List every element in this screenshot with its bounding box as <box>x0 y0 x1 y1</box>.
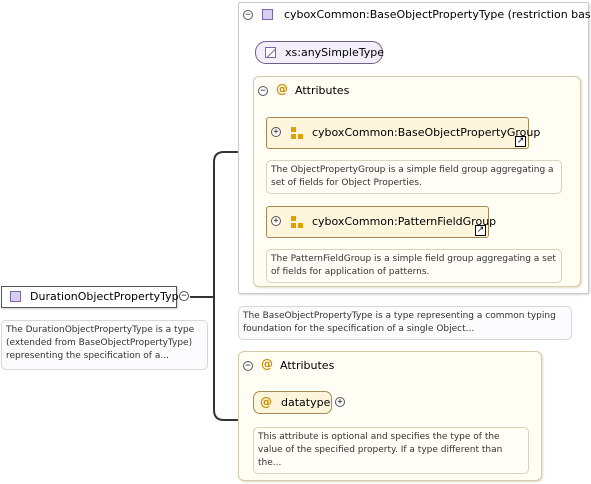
attribute-group-label: cyboxCommon:PatternFieldGroup <box>312 215 497 228</box>
attribute-description-text: This attribute is optional and specifies… <box>258 432 503 468</box>
attribute-group-icon <box>291 216 303 228</box>
base-type-label: cyboxCommon:BaseObjectPropertyType (rest… <box>284 8 591 21</box>
base-type-description: The BaseObjectPropertyType is a type rep… <box>238 306 572 340</box>
attribute-node-datatype[interactable]: @ datatype <box>253 391 332 414</box>
external-link-icon[interactable]: ↗ <box>515 136 526 147</box>
attribute-description: This attribute is optional and specifies… <box>253 427 529 474</box>
attribute-icon: @ <box>260 395 272 409</box>
root-type-node[interactable]: DurationObjectPropertyType <box>1 286 185 308</box>
attribute-group-icon <box>291 127 303 139</box>
root-collapse-toggle[interactable]: − <box>179 291 189 301</box>
base-type-collapse-toggle[interactable]: − <box>243 10 253 20</box>
attribute-group-description-text: The ObjectPropertyGroup is a simple fiel… <box>271 165 554 188</box>
simple-type-label: xs:anySimpleType <box>285 46 384 59</box>
simple-type-icon <box>265 47 276 58</box>
attribute-group-node[interactable]: + cyboxCommon:PatternFieldGroup ↗ <box>266 206 496 238</box>
extension-attributes-label: Attributes <box>280 359 335 372</box>
simple-type-node[interactable]: xs:anySimpleType <box>255 41 384 64</box>
attribute-group-node[interactable]: + cyboxCommon:BaseObjectPropertyGroup ↗ <box>266 117 540 149</box>
extension-attributes-collapse-toggle[interactable]: − <box>243 361 253 371</box>
attribute-group-description: The PatternFieldGroup is a simple field … <box>266 249 562 283</box>
external-link-icon[interactable]: ↗ <box>475 225 486 236</box>
complex-type-icon <box>10 291 21 302</box>
attribute-group-description-text: The PatternFieldGroup is a simple field … <box>271 254 556 277</box>
attribute-label: datatype <box>281 396 331 409</box>
extension-attributes-container: − @ Attributes @ datatype + This attribu… <box>238 351 542 481</box>
complex-type-icon <box>262 9 273 20</box>
attribute-icon: @ <box>261 357 273 371</box>
attribute-expand-toggle[interactable]: + <box>335 397 345 407</box>
base-attributes-container: − @ Attributes + cyboxCommon:BaseObjectP… <box>253 76 581 287</box>
group-expand-toggle[interactable]: + <box>271 127 281 137</box>
base-attributes-label: Attributes <box>295 84 350 97</box>
root-type-label: DurationObjectPropertyType <box>30 290 186 303</box>
root-type-description: The DurationObjectPropertyType is a type… <box>1 320 208 370</box>
base-attributes-collapse-toggle[interactable]: − <box>258 86 268 96</box>
attribute-icon: @ <box>276 82 288 96</box>
attribute-group-label: cyboxCommon:BaseObjectPropertyGroup <box>312 126 541 139</box>
root-type-description-text: The DurationObjectPropertyType is a type… <box>6 325 195 361</box>
base-type-description-text: The BaseObjectPropertyType is a type rep… <box>243 311 556 334</box>
base-type-container: − cyboxCommon:BaseObjectPropertyType (re… <box>238 2 591 294</box>
group-expand-toggle[interactable]: + <box>271 216 281 226</box>
attribute-group-description: The ObjectPropertyGroup is a simple fiel… <box>266 160 562 194</box>
